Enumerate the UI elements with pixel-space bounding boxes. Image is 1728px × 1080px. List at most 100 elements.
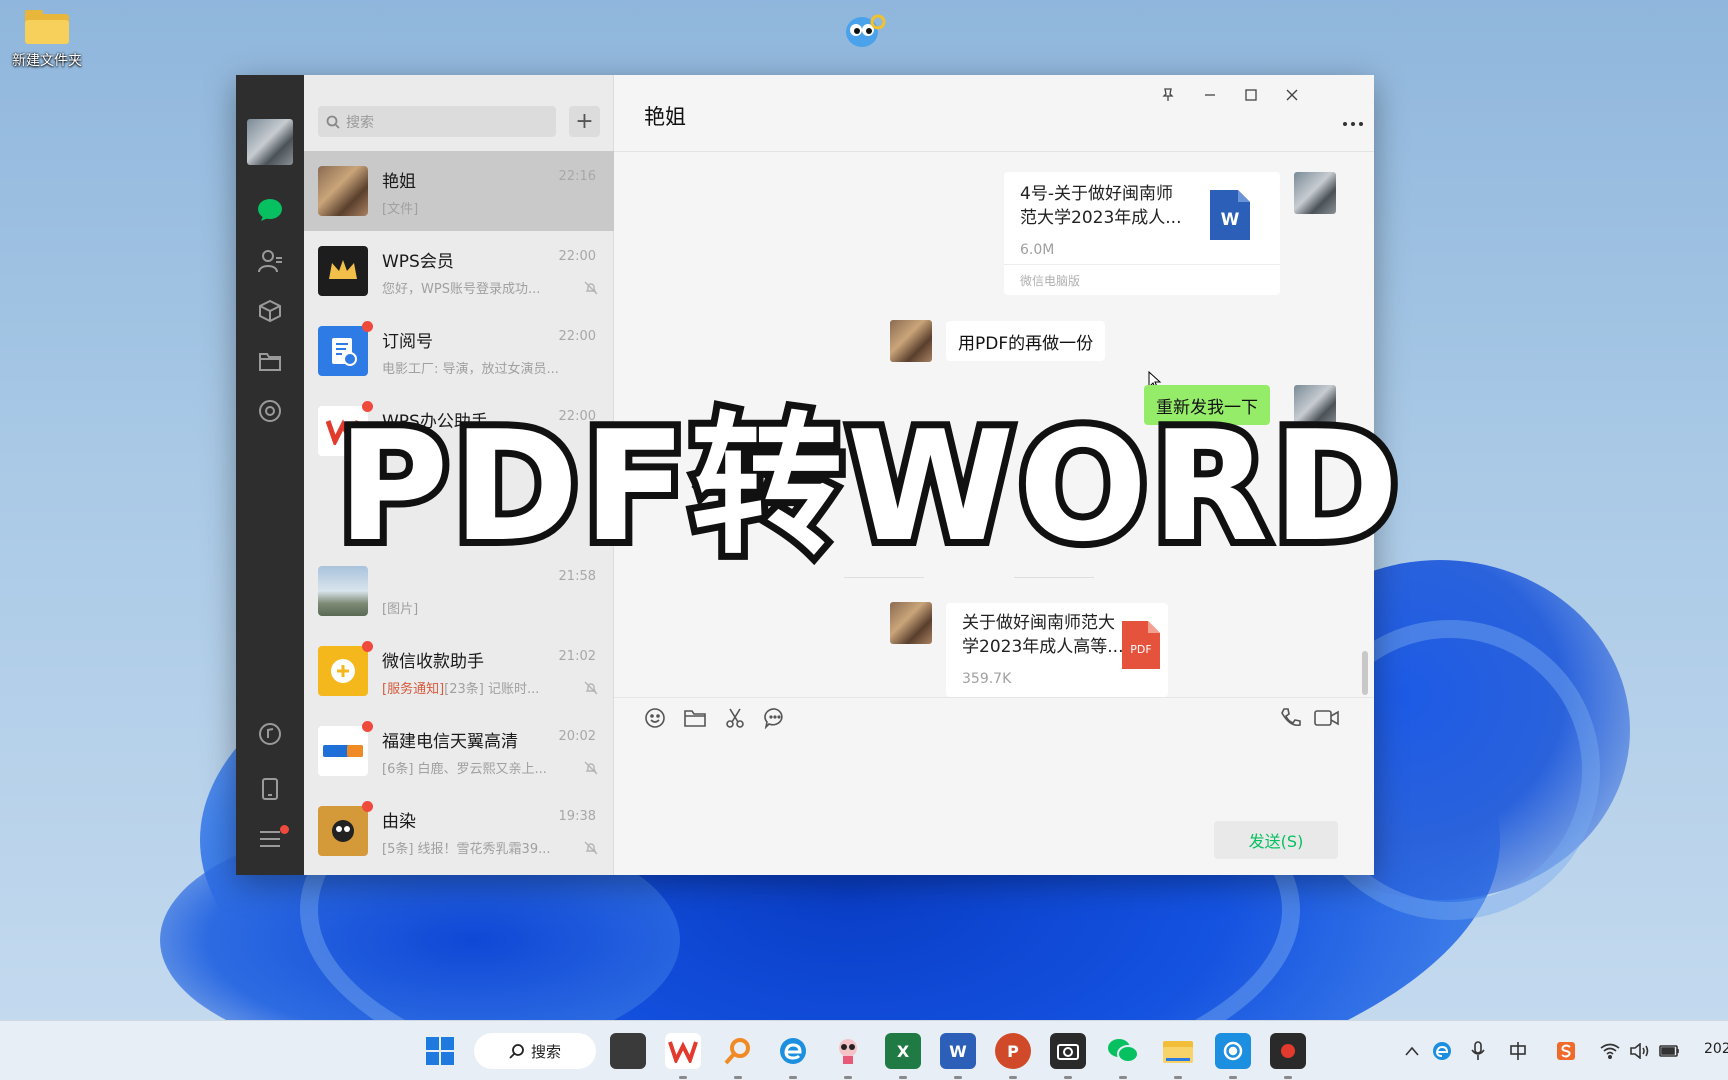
chat-time: 22:00 xyxy=(558,249,596,264)
contacts-icon[interactable] xyxy=(256,247,284,275)
running-indicator xyxy=(844,1076,852,1079)
chat-history-icon[interactable] xyxy=(762,705,788,731)
desktop-folder-label: 新建文件夹 xyxy=(12,53,82,69)
edge-ie-icon[interactable] xyxy=(775,1033,811,1069)
taskbar-search-label: 搜索 xyxy=(530,1042,561,1061)
avatar[interactable] xyxy=(890,602,932,644)
more-options-icon[interactable] xyxy=(1342,121,1364,127)
maximize-icon[interactable] xyxy=(1235,81,1267,109)
wps-taskbar-icon[interactable] xyxy=(665,1033,701,1069)
file-name-line2: 范大学2023年成人... xyxy=(1020,208,1182,228)
chat-bubble-icon[interactable] xyxy=(256,196,284,224)
capture-app-icon[interactable] xyxy=(1050,1033,1086,1069)
notification-dot xyxy=(280,825,289,834)
folder-icon[interactable] xyxy=(256,347,284,375)
file-explorer-icon[interactable] xyxy=(1160,1033,1196,1069)
microphone-icon[interactable] xyxy=(1466,1039,1490,1063)
chat-time: 19:38 xyxy=(558,809,596,824)
chat-preview-text: [23条] 记账时... xyxy=(444,682,540,697)
powerpoint-icon[interactable]: P xyxy=(995,1033,1031,1069)
telecom-logo-icon xyxy=(318,726,368,776)
avatar[interactable] xyxy=(890,320,932,362)
send-button[interactable]: 发送(S) xyxy=(1214,821,1338,859)
close-icon[interactable] xyxy=(1276,81,1308,109)
chat-item-telecom[interactable]: 福建电信天翼高清 20:02 [6条] 白鹿、罗云熙又亲上... xyxy=(304,711,614,791)
ime-icon[interactable] xyxy=(1506,1039,1530,1063)
chat-item-payment-assistant[interactable]: 微信收款助手 21:02 [服务通知][23条] 记账时... xyxy=(304,631,614,711)
file-size: 359.7K xyxy=(962,671,1012,687)
voice-call-icon[interactable] xyxy=(1278,705,1304,731)
unread-badge xyxy=(362,641,373,652)
pdf-file-message[interactable]: 关于做好闽南师范大 学2023年成人高等... PDF 359.7K xyxy=(946,603,1168,697)
avatar[interactable] xyxy=(1294,172,1336,214)
divider xyxy=(614,151,1374,152)
chat-preview: [图片] xyxy=(382,602,419,617)
incoming-text-message[interactable]: 用PDF的再做一份 xyxy=(946,321,1106,361)
focus-app-icon[interactable] xyxy=(1215,1033,1251,1069)
file-name-line1: 关于做好闽南师范大 xyxy=(962,613,1115,633)
video-call-icon[interactable] xyxy=(1314,705,1340,731)
battery-icon[interactable] xyxy=(1658,1039,1682,1063)
search-placeholder: 搜索 xyxy=(346,114,374,131)
running-indicator xyxy=(1229,1076,1237,1079)
file-source: 微信电脑版 xyxy=(1020,274,1081,288)
chevron-up-icon[interactable] xyxy=(1400,1039,1424,1063)
volume-icon[interactable] xyxy=(1628,1039,1652,1063)
wifi-icon[interactable] xyxy=(1598,1039,1622,1063)
word-file-message[interactable]: 4号-关于做好闽南师 范大学2023年成人... W 6.0M 微信电脑版 xyxy=(1004,172,1280,295)
word-icon-label: W xyxy=(1220,210,1240,230)
mascot-app-icon[interactable] xyxy=(830,1033,866,1069)
avatar xyxy=(318,166,368,216)
start-button[interactable] xyxy=(422,1033,458,1069)
scrollbar[interactable] xyxy=(1362,651,1368,695)
file-name-line1: 4号-关于做好闽南师 xyxy=(1020,184,1173,204)
screen-recorder-icon[interactable] xyxy=(1270,1033,1306,1069)
music-icon[interactable] xyxy=(256,720,284,748)
search-input[interactable]: 搜索 xyxy=(318,106,556,137)
taskbar-search[interactable]: 搜索 xyxy=(474,1033,596,1069)
chat-name: 艳姐 xyxy=(382,172,416,192)
desktop-folder-new[interactable]: 新建文件夹 xyxy=(6,10,88,70)
word-icon[interactable]: W xyxy=(940,1033,976,1069)
sogou-ime-icon[interactable] xyxy=(1554,1039,1578,1063)
chat-item-wps-vip[interactable]: WPS会员 22:00 您好，WPS账号登录成功... xyxy=(304,231,614,311)
phone-icon[interactable] xyxy=(256,775,284,803)
chat-time: 22:00 xyxy=(558,329,596,344)
chat-preview: [文件] xyxy=(382,202,419,217)
running-indicator xyxy=(954,1076,962,1079)
chat-item-yanjie[interactable]: 艳姐 22:16 [文件] xyxy=(304,151,614,231)
chat-item-yuran[interactable]: 由染 19:38 [5条] 线报！雪花秀乳霜39... xyxy=(304,791,614,871)
box-icon[interactable] xyxy=(256,297,284,325)
pin-icon[interactable] xyxy=(1152,81,1184,109)
browser-tray-icon[interactable] xyxy=(1430,1039,1454,1063)
running-indicator xyxy=(1009,1076,1017,1079)
unread-badge xyxy=(362,721,373,732)
running-indicator xyxy=(1119,1076,1127,1079)
avatar[interactable] xyxy=(247,119,293,165)
folder-icon xyxy=(25,10,69,44)
chat-preview: 您好，WPS账号登录成功... xyxy=(382,282,541,297)
clock[interactable]: 202 xyxy=(1704,1041,1728,1057)
taskbar: 搜索 X W P 202 xyxy=(0,1020,1728,1080)
task-view-icon[interactable] xyxy=(610,1033,646,1069)
chat-preview: [6条] 白鹿、罗云熙又亲上... xyxy=(382,762,547,777)
running-indicator xyxy=(789,1076,797,1079)
scissors-icon[interactable] xyxy=(722,705,748,731)
excel-icon[interactable]: X xyxy=(885,1033,921,1069)
wps-vip-crown-icon xyxy=(318,246,368,296)
emoji-icon[interactable] xyxy=(642,705,668,731)
chat-name: 订阅号 xyxy=(382,332,433,352)
service-tag: [服务通知] xyxy=(382,682,445,697)
pdf-icon-label: PDF xyxy=(1130,643,1152,656)
add-button[interactable]: + xyxy=(569,106,600,137)
payment-icon xyxy=(318,646,368,696)
minimize-icon[interactable] xyxy=(1194,81,1226,109)
folder-icon[interactable] xyxy=(682,705,708,731)
avatar xyxy=(318,806,368,856)
wechat-taskbar-icon[interactable] xyxy=(1105,1033,1141,1069)
chat-title: 艳姐 xyxy=(644,105,686,129)
unread-badge xyxy=(362,321,373,332)
mute-icon xyxy=(584,281,598,295)
search-icon xyxy=(326,115,340,129)
magnifier-app-icon[interactable] xyxy=(720,1033,756,1069)
